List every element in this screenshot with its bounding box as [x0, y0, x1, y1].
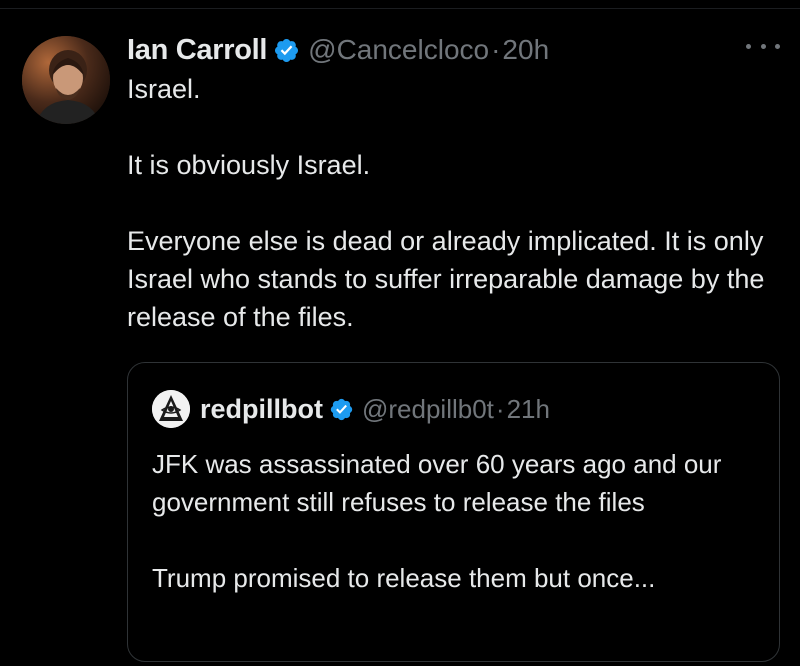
verified-badge-icon	[329, 397, 354, 422]
tweet[interactable]: Ian Carroll @Cancelcloco · 20h Israel. I…	[0, 0, 800, 666]
quoted-author-avatar[interactable]	[152, 390, 190, 428]
tweet-paragraph: Everyone else is dead or already implica…	[127, 226, 765, 332]
quoted-tweet-paragraph: JFK was assassinated over 60 years ago a…	[152, 449, 722, 517]
quoted-tweet-paragraph: Trump promised to release them but once.…	[152, 563, 656, 593]
author-name[interactable]: Ian Carroll	[127, 34, 267, 67]
quoted-author-name[interactable]: redpillbot	[200, 394, 323, 425]
more-options-icon[interactable]	[746, 36, 780, 56]
tweet-header: Ian Carroll @Cancelcloco · 20h	[127, 30, 549, 70]
tweet-paragraph: Israel.	[127, 74, 201, 104]
author-handle[interactable]: @Cancelcloco	[308, 34, 489, 66]
quoted-tweet-card[interactable]: redpillbot @redpillb0t · 21h JFK was ass…	[127, 362, 780, 662]
verified-badge-icon	[273, 37, 300, 64]
separator-dot: ·	[495, 393, 505, 424]
quoted-tweet-header: redpillbot @redpillb0t · 21h	[152, 390, 550, 428]
author-avatar[interactable]	[22, 36, 110, 124]
quoted-tweet-timestamp[interactable]: 21h	[507, 394, 550, 425]
separator-dot: ·	[491, 34, 501, 65]
tweet-timestamp[interactable]: 20h	[502, 34, 549, 66]
quoted-tweet-text: JFK was assassinated over 60 years ago a…	[152, 445, 762, 597]
tweet-text: Israel. It is obviously Israel. Everyone…	[127, 70, 787, 336]
tweet-paragraph: It is obviously Israel.	[127, 150, 371, 180]
quoted-author-handle[interactable]: @redpillb0t	[362, 394, 494, 425]
